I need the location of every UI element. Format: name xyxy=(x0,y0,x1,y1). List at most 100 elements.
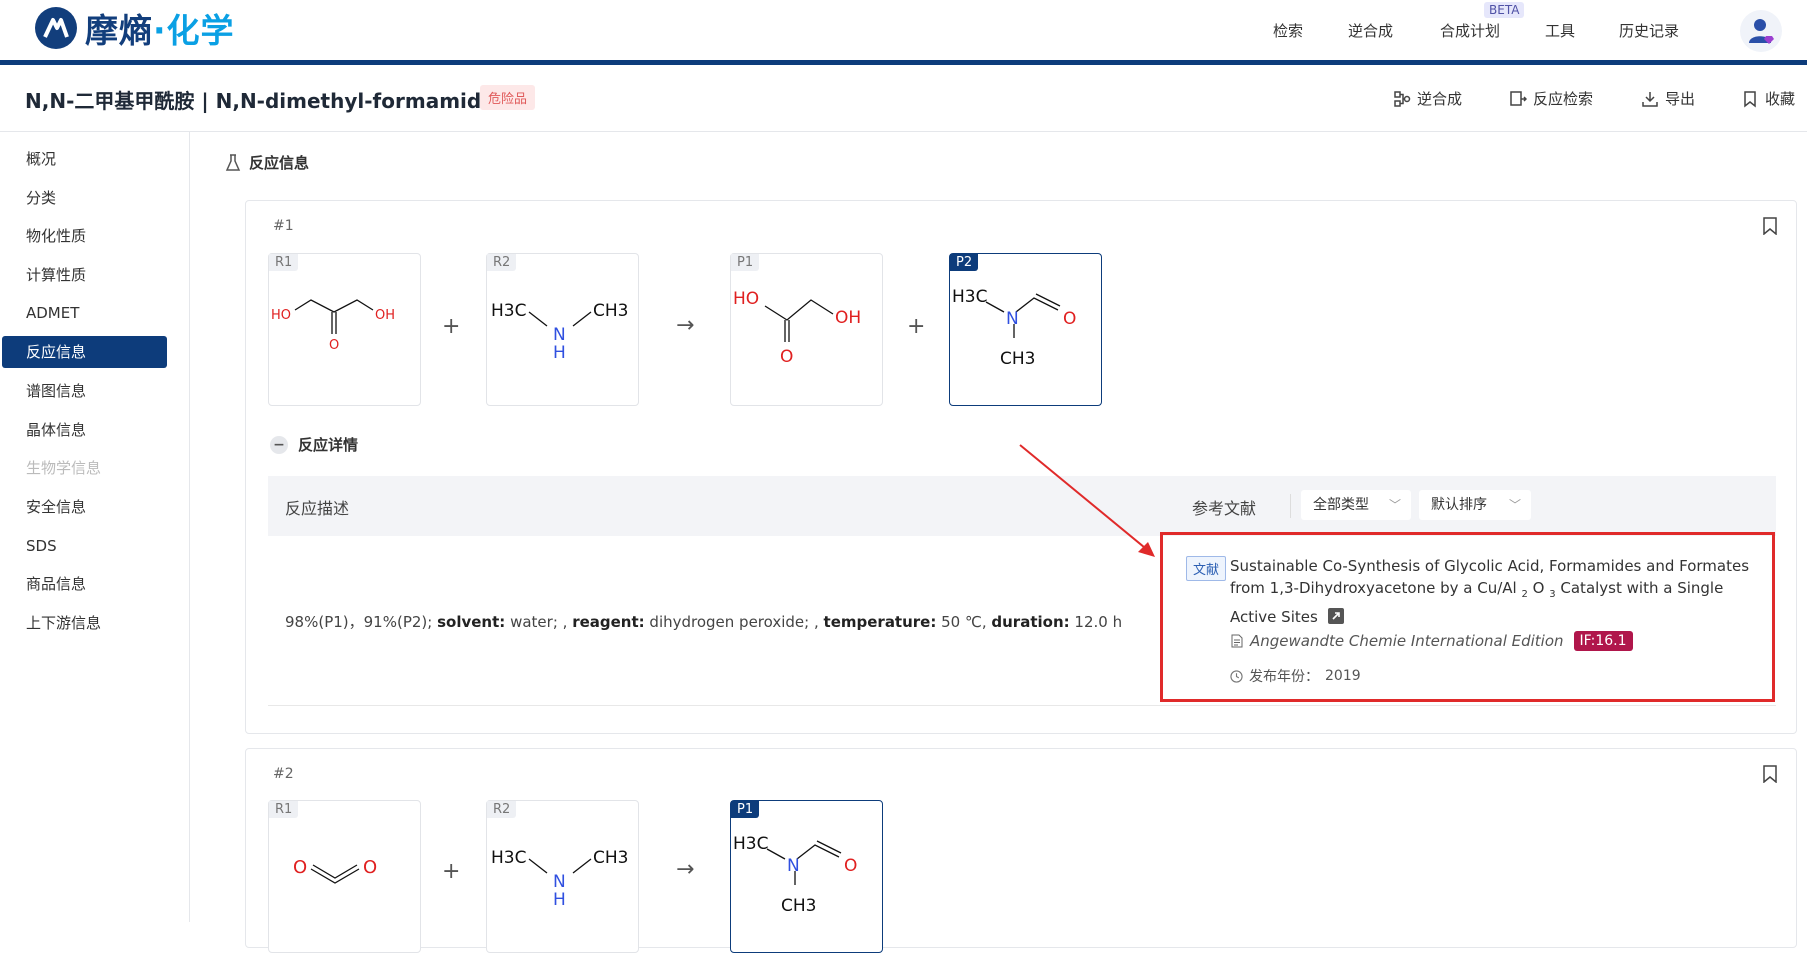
external-link-icon[interactable] xyxy=(1327,607,1345,625)
molecule-card[interactable]: P1 HO O OH xyxy=(730,253,883,406)
reference-highlight-box: 文献 Sustainable Co-Synthesis of Glycolic … xyxy=(1160,532,1775,702)
reaction-search-button[interactable]: 反应检索 xyxy=(1509,88,1593,109)
atom-label: H3C xyxy=(491,848,526,868)
molecule-structure: HO O OH xyxy=(271,299,395,353)
molecule-card-selected[interactable]: P2 H3C N O CH3 xyxy=(949,253,1102,406)
sort-value: 默认排序 xyxy=(1431,497,1487,513)
reference-journal: Angewandte Chemie International Edition … xyxy=(1230,631,1633,651)
annotation-arrow xyxy=(1019,444,1155,557)
molecule-card[interactable]: R2 H3C N H CH3 xyxy=(486,253,639,406)
user-avatar[interactable] xyxy=(1740,10,1782,52)
molecule-structure: H3C N H CH3 xyxy=(491,301,628,363)
nav-history[interactable]: 历史记录 xyxy=(1619,20,1679,41)
atom-label: CH3 xyxy=(781,896,816,916)
sidebar-item-reactions[interactable]: 反应信息 xyxy=(2,336,167,368)
reaction-bookmark-button[interactable] xyxy=(1762,217,1778,239)
nav-search[interactable]: 检索 xyxy=(1273,20,1303,41)
atom-label: O xyxy=(363,857,377,878)
header-divider xyxy=(1290,494,1291,518)
atom-label: HO xyxy=(271,308,291,323)
app-logo[interactable]: 摩熵·化学 xyxy=(35,6,235,50)
logo-text: 摩熵·化学 xyxy=(85,11,235,50)
column-reference-header: 参考文献 xyxy=(1192,499,1257,518)
molecule-card-selected[interactable]: P1 H3C N O CH3 xyxy=(730,800,883,953)
plus-sign: + xyxy=(442,859,461,884)
page-title: N,N-二甲基甲酰胺 | N,N-dimethyl-formamide xyxy=(25,89,495,113)
reaction-arrow: → xyxy=(676,857,695,882)
export-label: 导出 xyxy=(1665,90,1696,108)
sidebar: 概况 分类 物化性质 计算性质 ADMET 反应信息 谱图信息 晶体信息 生物学… xyxy=(0,132,190,922)
molecule-structure: H3C N H CH3 xyxy=(491,848,628,910)
retrosynthesis-button[interactable]: 逆合成 xyxy=(1393,88,1462,109)
sidebar-item-upstream-downstream[interactable]: 上下游信息 xyxy=(2,607,167,639)
download-icon xyxy=(1642,91,1658,107)
atom-label: H xyxy=(553,890,566,910)
atom-label: N xyxy=(553,325,566,345)
reference-title-link[interactable]: Sustainable Co-Synthesis of Glycolic Aci… xyxy=(1230,555,1760,628)
section-title: 反应信息 xyxy=(225,152,309,173)
atom-label: OH xyxy=(835,308,861,328)
type-filter-value: 全部类型 xyxy=(1313,497,1369,513)
sort-select[interactable]: 默认排序 ﹀ xyxy=(1419,490,1531,520)
molecule-card[interactable]: R2 H3C N H CH3 xyxy=(486,800,639,953)
chevron-down-icon: ﹀ xyxy=(1388,498,1401,512)
atom-label: OH xyxy=(375,308,395,323)
atom-label: H3C xyxy=(952,287,987,307)
sidebar-item-crystal[interactable]: 晶体信息 xyxy=(2,414,167,446)
sidebar-item-physchem[interactable]: 物化性质 xyxy=(2,220,167,252)
molecule-structure: H3C N O CH3 xyxy=(952,287,1076,369)
reaction-arrow: → xyxy=(676,313,695,338)
retrosynthesis-icon xyxy=(1394,90,1411,107)
atom-label: H xyxy=(553,343,566,363)
nav-synthesis-plan[interactable]: 合成计划 xyxy=(1440,20,1500,41)
literature-tag: 文献 xyxy=(1186,556,1227,581)
reaction-number: #2 xyxy=(273,766,294,782)
sidebar-item-products[interactable]: 商品信息 xyxy=(2,568,167,600)
column-description-header: 反应描述 xyxy=(285,499,350,518)
atom-label: CH3 xyxy=(1000,349,1035,369)
impact-factor-badge: IF:16.1 xyxy=(1573,631,1633,651)
reaction-detail-label: 反应详情 xyxy=(298,436,359,454)
atom-label: N xyxy=(787,856,800,876)
atom-label: O xyxy=(844,856,857,876)
reaction-number: #1 xyxy=(273,218,294,234)
year-label: 发布年份： xyxy=(1249,669,1319,685)
nav-tools[interactable]: 工具 xyxy=(1545,20,1575,41)
document-icon xyxy=(1231,634,1243,648)
atom-label: CH3 xyxy=(593,848,628,868)
sidebar-item-overview[interactable]: 概况 xyxy=(2,143,167,175)
year-value: 2019 xyxy=(1325,668,1361,684)
sidebar-item-classification[interactable]: 分类 xyxy=(2,182,167,214)
sidebar-item-spectra[interactable]: 谱图信息 xyxy=(2,375,167,407)
flask-icon xyxy=(225,153,241,171)
sidebar-item-computed[interactable]: 计算性质 xyxy=(2,259,167,291)
sidebar-item-safety[interactable]: 安全信息 xyxy=(2,491,167,523)
atom-label: N xyxy=(553,872,566,892)
atom-label: O xyxy=(293,857,307,878)
user-icon xyxy=(1749,19,1774,44)
beta-badge: BETA xyxy=(1484,2,1525,18)
bookmark-icon xyxy=(1763,765,1777,784)
chevron-down-icon: ﹀ xyxy=(1508,498,1521,512)
compound-header: N,N-二甲基甲酰胺 | N,N-dimethyl-formamide 危险品 … xyxy=(0,65,1807,132)
sidebar-item-admet[interactable]: ADMET xyxy=(2,297,167,329)
reaction-detail-toggle[interactable]: − 反应详情 xyxy=(270,434,358,455)
molecule-structure: HO O OH xyxy=(733,289,861,367)
section-title-label: 反应信息 xyxy=(249,154,310,172)
favorite-button[interactable]: 收藏 xyxy=(1741,88,1795,109)
hazard-badge: 危险品 xyxy=(480,85,536,110)
nav-retrosynthesis[interactable]: 逆合成 xyxy=(1348,20,1393,41)
type-filter-select[interactable]: 全部类型 ﹀ xyxy=(1301,490,1411,520)
plus-sign: + xyxy=(907,314,926,339)
molecule-structure: O O xyxy=(293,857,377,884)
molecule-card[interactable]: R1 O O xyxy=(268,800,421,953)
sidebar-item-sds[interactable]: SDS xyxy=(2,530,167,562)
atom-label: O xyxy=(1063,309,1076,329)
molecule-card[interactable]: R1 HO O OH xyxy=(268,253,421,406)
retrosynthesis-label: 逆合成 xyxy=(1417,90,1463,108)
logo-mark-icon xyxy=(35,7,77,49)
reaction-bookmark-button[interactable] xyxy=(1762,765,1778,787)
export-button[interactable]: 导出 xyxy=(1641,88,1695,109)
reaction-description: 98%(P1)，91%(P2); solvent: water; , reage… xyxy=(285,613,1123,631)
atom-label: N xyxy=(1006,309,1019,329)
